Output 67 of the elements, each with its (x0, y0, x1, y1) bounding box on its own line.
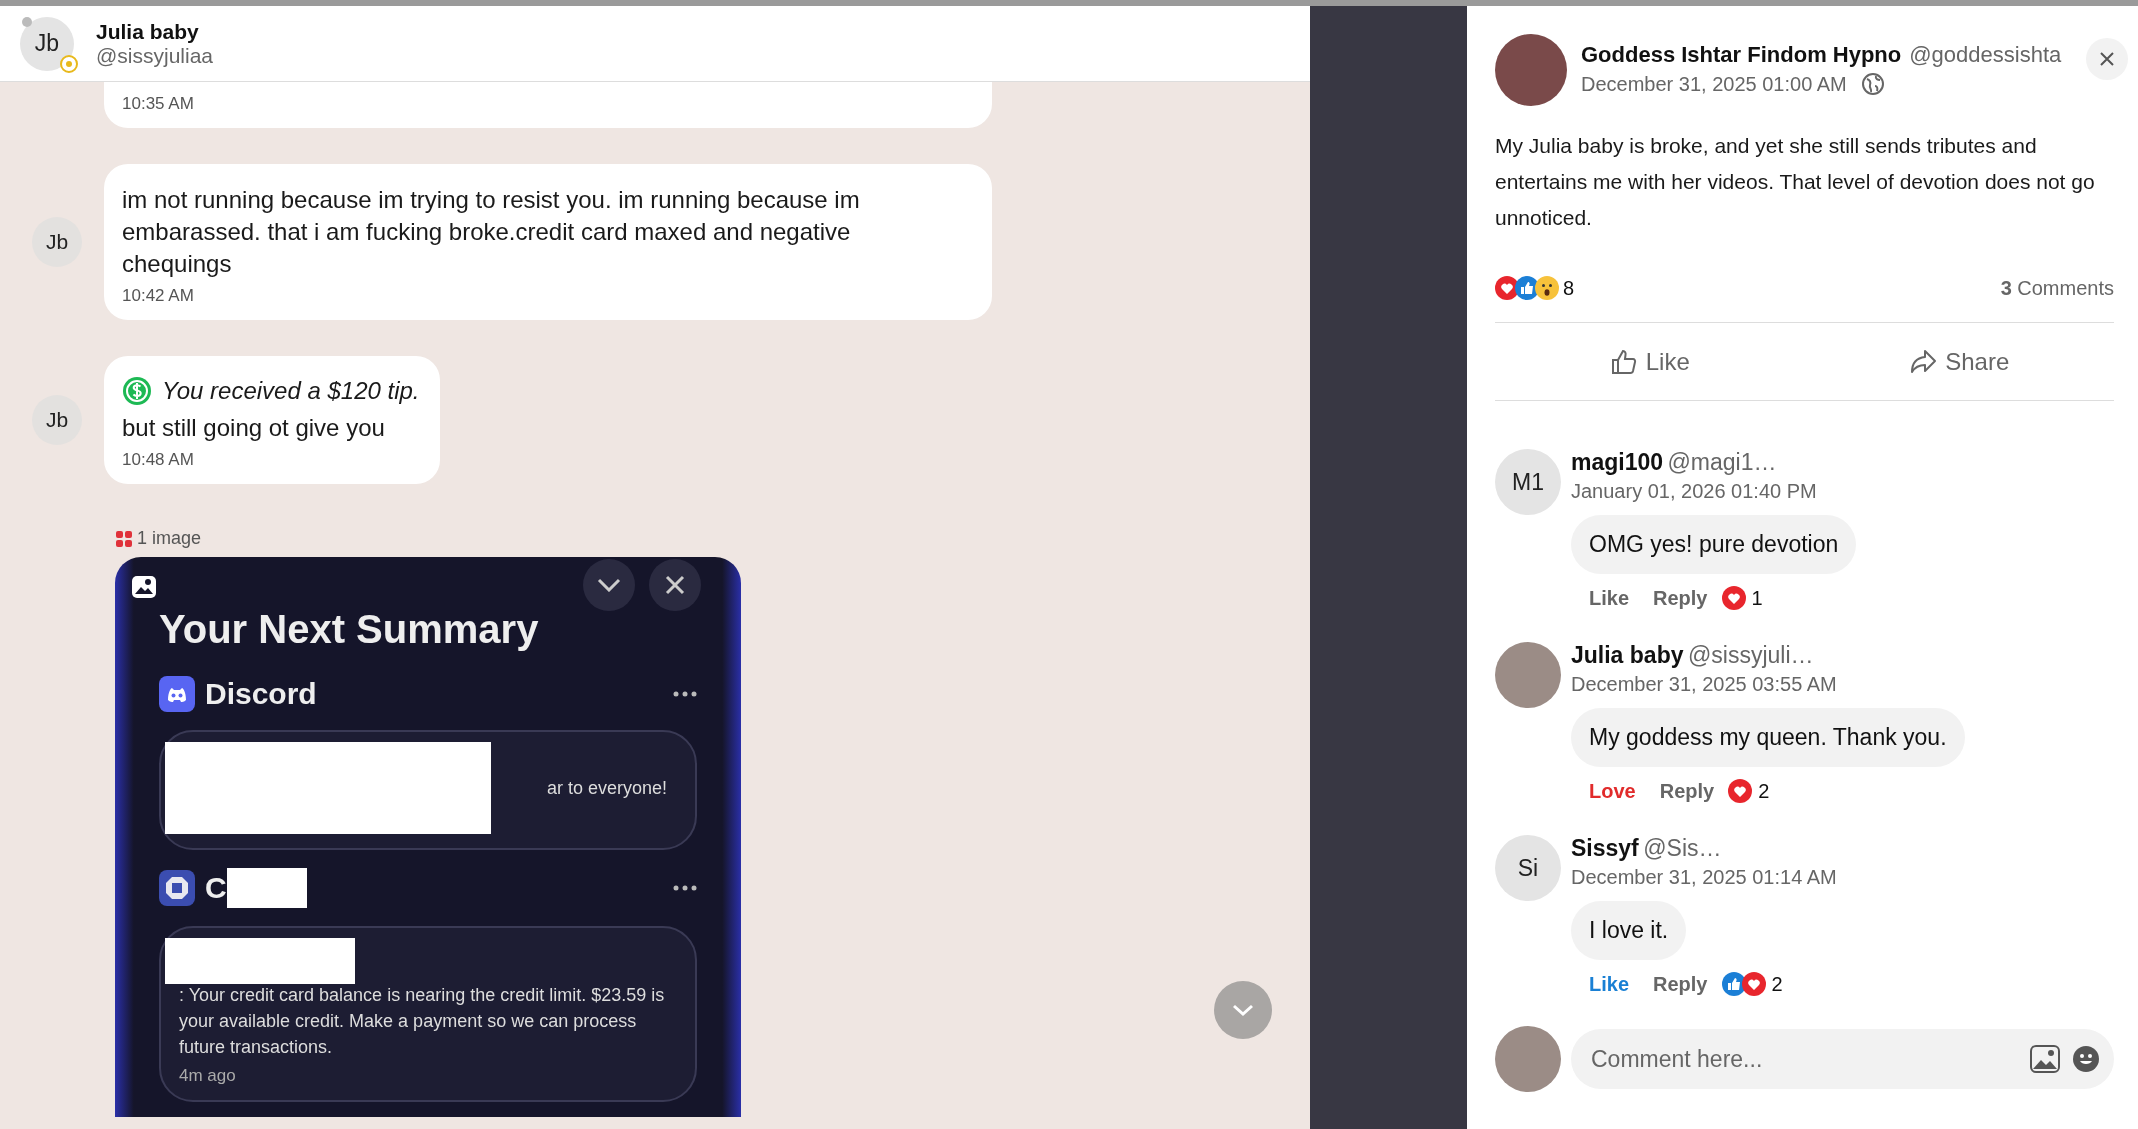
message-time: 10:42 AM (122, 286, 195, 306)
close-icon (665, 575, 685, 595)
notification-text: : Your credit card balance is nearing the credit limit. $23.59 is your available credit. Make a payment so we can process future transactions. (178, 984, 666, 1059)
badge-icon (60, 54, 78, 73)
react-button[interactable]: Like (1589, 586, 1630, 610)
reaction-count: 1 (1751, 586, 1763, 610)
react-button[interactable]: Love (1589, 779, 1636, 803)
smiley-icon[interactable] (2072, 1045, 2100, 1073)
reply-button[interactable]: Reply (1653, 586, 1708, 610)
reply-button[interactable]: Reply (1653, 972, 1708, 996)
author-handle: @goddessishta (1909, 42, 2062, 68)
ellipsis-icon (673, 885, 697, 891)
image-icon[interactable] (2030, 1045, 2060, 1073)
notification-time: 4m ago (178, 1066, 237, 1086)
reaction-count: 2 (1758, 779, 1770, 803)
close-button[interactable] (2086, 38, 2128, 80)
comment-text: My goddess my queen. Thank you. (1571, 708, 1965, 767)
tip-notice: You received a $120 tip. (162, 377, 420, 405)
globe-icon (1860, 72, 1885, 96)
commenter-handle: @sissyjuli… (1687, 642, 1814, 668)
commenter-name: magi100 (1571, 449, 1664, 475)
contact-handle: @sissyjuliaa (96, 43, 214, 68)
contact-name: Julia baby (96, 19, 200, 44)
author-name: Goddess Ishtar Findom Hypno (1581, 42, 1902, 68)
message-time: 10:35 AM (122, 94, 195, 114)
comment-date: January 01, 2026 01:40 PM (1571, 480, 1817, 503)
share-arrow-icon (1909, 347, 1938, 376)
dollar-coin-icon (122, 376, 152, 406)
thumbs-up-icon (1609, 347, 1638, 376)
ellipsis-icon (673, 691, 697, 697)
notification-text: ar to everyone! (545, 777, 667, 800)
commenter-name: Sissyf (1571, 835, 1639, 861)
avatar: Jb (32, 217, 82, 267)
reply-button[interactable]: Reply (1659, 779, 1715, 803)
post-date: December 31, 2025 01:00 AM (1581, 72, 1847, 96)
app-name: Discord (205, 677, 317, 711)
react-button[interactable]: Like (1589, 972, 1630, 996)
commenter-handle: @Sis… (1643, 835, 1722, 861)
message-text: im not running because im trying to resist you. im running because im embarassed. that i am fucking broke.credit card maxed and negative chequings (122, 185, 861, 279)
message-time: 10:48 AM (122, 450, 195, 470)
comment-date: December 31, 2025 01:14 AM (1571, 866, 1837, 889)
comment-input[interactable]: Comment here... (1589, 1044, 2018, 1074)
avatar: Jb (32, 395, 82, 445)
summary-title: Your Next Summary (159, 607, 540, 652)
image-icon (131, 575, 157, 599)
image-grid-icon (115, 529, 133, 548)
commenter-handle: @magi1… (1667, 449, 1777, 475)
like-button[interactable]: Like (1495, 323, 1805, 400)
close-icon (2100, 52, 2114, 66)
message-text: but still going ot give you (122, 413, 386, 443)
avatar: M1 (1495, 449, 1561, 515)
comments-count-link[interactable]: 3 Comments (2000, 276, 2114, 300)
app-name: C (205, 871, 227, 905)
post-text: My Julia baby is broke, and yet she still sends tributes and entertains me with her videos. That level of devotion does not go unnoticed. (1495, 133, 2095, 231)
reaction-count: 8 (1563, 276, 1575, 300)
commenter-name: Julia baby (1571, 642, 1684, 668)
chevron-down-icon (1232, 1004, 1254, 1016)
screenshot-image[interactable]: Your Next Summary Discord ar to everyone! C : Your credit card balance is nearing the credit limit. $23.59 is your available credit. Make a payment so we can process future transactions. 4m ago (115, 557, 741, 1117)
share-button[interactable]: Share (1804, 323, 2114, 400)
comment-text: OMG yes! pure devotion (1571, 515, 1857, 574)
chevron-down-icon (597, 578, 621, 592)
attachment-label: 1 image (137, 528, 202, 549)
comment-date: December 31, 2025 03:55 AM (1571, 673, 1837, 696)
comment-field[interactable]: Comment here... (1571, 1029, 2114, 1089)
avatar: Si (1495, 835, 1561, 901)
comment-text: I love it. (1571, 901, 1687, 960)
reaction-count: 2 (1771, 972, 1783, 996)
